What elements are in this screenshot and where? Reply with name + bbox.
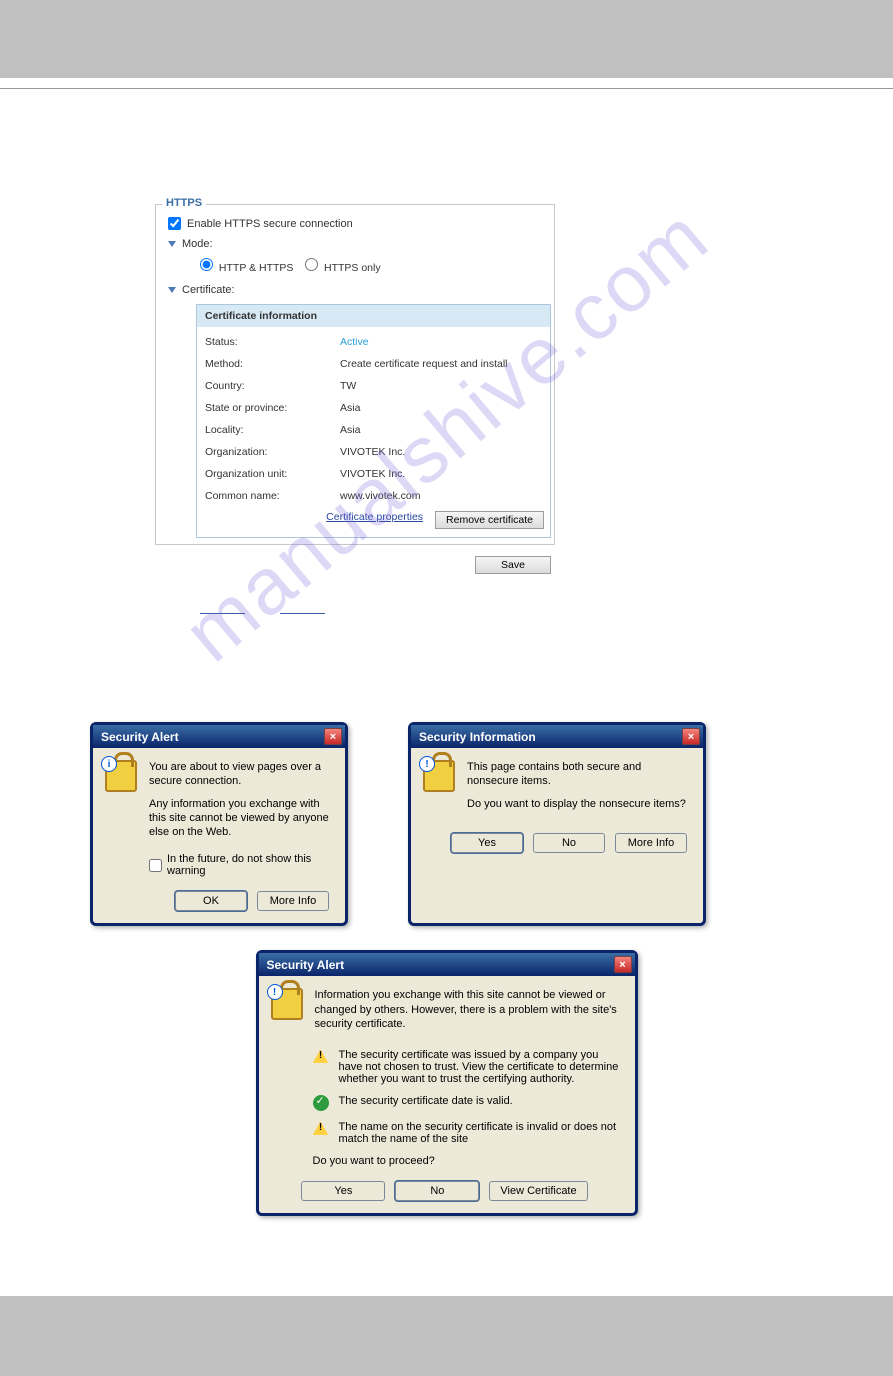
dialog3-warn2: The name on the security certificate is … [313,1121,619,1145]
close-icon[interactable]: × [682,728,700,745]
dialog1-line2: Any information you exchange with this s… [149,797,329,840]
panel-legend: HTTPS [162,197,206,209]
dialog3-warn1-text: The security certificate was issued by a… [339,1049,619,1085]
save-button[interactable]: Save [475,556,551,574]
security-alert-dialog-2: Security Alert × Information you exchang… [256,950,638,1216]
spacer-lines [200,574,803,614]
dialog2-line2: Do you want to display the nonsecure ite… [467,797,687,811]
radio-http-https-label: HTTP & HTTPS [219,262,293,274]
dialog2-title: Security Information [419,730,536,744]
dialog3-titlebar: Security Alert × [259,953,635,976]
dialog3-no-button[interactable]: No [395,1181,479,1201]
dialog3-intro: Information you exchange with this site … [315,988,619,1031]
cert-country-value: TW [340,380,356,392]
dialog2-yes-button[interactable]: Yes [451,833,523,853]
cert-state-value: Asia [340,402,360,414]
close-icon[interactable]: × [324,728,342,745]
cert-row-orgunit: Organization unit: VIVOTEK Inc. [197,463,550,485]
cert-status-value: Active [340,336,369,348]
dialog2-titlebar: Security Information × [411,725,703,748]
mode-radios: HTTP & HTTPS HTTPS only [200,258,542,274]
cert-state-label: State or province: [205,402,340,414]
warning-icon [313,1049,329,1063]
footer-bar [0,1296,893,1376]
chevron-down-icon [168,287,176,293]
cert-table-header: Certificate information [197,305,550,327]
cert-status-label: Status: [205,336,340,348]
certificate-label: Certificate: [182,284,235,296]
certificate-heading[interactable]: Certificate: [168,284,542,296]
certificate-properties-link[interactable]: Certificate properties [326,511,423,529]
cert-country-label: Country: [205,380,340,392]
lock-icon [423,760,455,792]
cert-row-org: Organization: VIVOTEK Inc. [197,441,550,463]
dialog3-proceed: Do you want to proceed? [313,1155,619,1167]
mode-label: Mode: [182,238,213,250]
dialog3-ok1-text: The security certificate date is valid. [339,1095,513,1107]
lock-icon [105,760,137,792]
dialog2-moreinfo-button[interactable]: More Info [615,833,687,853]
dialog1-moreinfo-button[interactable]: More Info [257,891,329,911]
cert-row-status: Status: Active [197,331,550,353]
radio-https-only-label: HTTPS only [324,262,381,274]
mode-heading[interactable]: Mode: [168,238,542,250]
cert-locality-value: Asia [340,424,360,436]
https-config-panel: HTTPS Enable HTTPS secure connection Mod… [155,204,555,545]
cert-orgunit-value: VIVOTEK Inc. [340,468,405,480]
check-icon [313,1095,329,1111]
security-alert-dialog-1: Security Alert × You are about to view p… [90,722,348,926]
dialog1-ok-button[interactable]: OK [175,891,247,911]
cert-orgunit-label: Organization unit: [205,468,340,480]
dialog1-checkbox-label: In the future, do not show this warning [167,853,329,877]
dialog3-ok1: The security certificate date is valid. [313,1095,619,1111]
enable-https-row: Enable HTTPS secure connection [168,217,542,230]
radio-http-https[interactable] [200,258,213,271]
cert-row-state: State or province: Asia [197,397,550,419]
dialog3-title: Security Alert [267,958,345,972]
certificate-table: Certificate information Status: Active M… [196,304,551,538]
cert-row-locality: Locality: Asia [197,419,550,441]
dialog2-line1: This page contains both secure and nonse… [467,760,687,789]
dialog1-title: Security Alert [101,730,179,744]
dialog2-no-button[interactable]: No [533,833,605,853]
close-icon[interactable]: × [614,956,632,973]
chevron-down-icon [168,241,176,247]
cert-row-method: Method: Create certificate request and i… [197,353,550,375]
cert-method-value: Create certificate request and install [340,358,508,370]
cert-cname-value: www.vivotek.com [340,490,421,502]
page-content: manualshive.com HTTPS Enable HTTPS secur… [0,89,893,1256]
dialog1-titlebar: Security Alert × [93,725,345,748]
cert-row-country: Country: TW [197,375,550,397]
lock-icon [271,988,303,1020]
security-information-dialog: Security Information × This page contain… [408,722,706,926]
header-bar [0,0,893,78]
dialog3-warn2-text: The name on the security certificate is … [339,1121,619,1145]
radio-https-only[interactable] [305,258,318,271]
cert-locality-label: Locality: [205,424,340,436]
dialog1-checkbox[interactable] [149,859,162,872]
cert-method-label: Method: [205,358,340,370]
cert-org-label: Organization: [205,446,340,458]
cert-row-cname: Common name: www.vivotek.com [197,485,550,507]
remove-certificate-button[interactable]: Remove certificate [435,511,544,529]
dialog3-warn1: The security certificate was issued by a… [313,1049,619,1085]
dialog3-yes-button[interactable]: Yes [301,1181,385,1201]
enable-https-label: Enable HTTPS secure connection [187,218,353,230]
cert-cname-label: Common name: [205,490,340,502]
cert-org-value: VIVOTEK Inc. [340,446,405,458]
warning-icon [313,1121,329,1135]
enable-https-checkbox[interactable] [168,217,181,230]
dialog3-viewcert-button[interactable]: View Certificate [489,1181,587,1201]
dialog1-line1: You are about to view pages over a secur… [149,760,329,789]
